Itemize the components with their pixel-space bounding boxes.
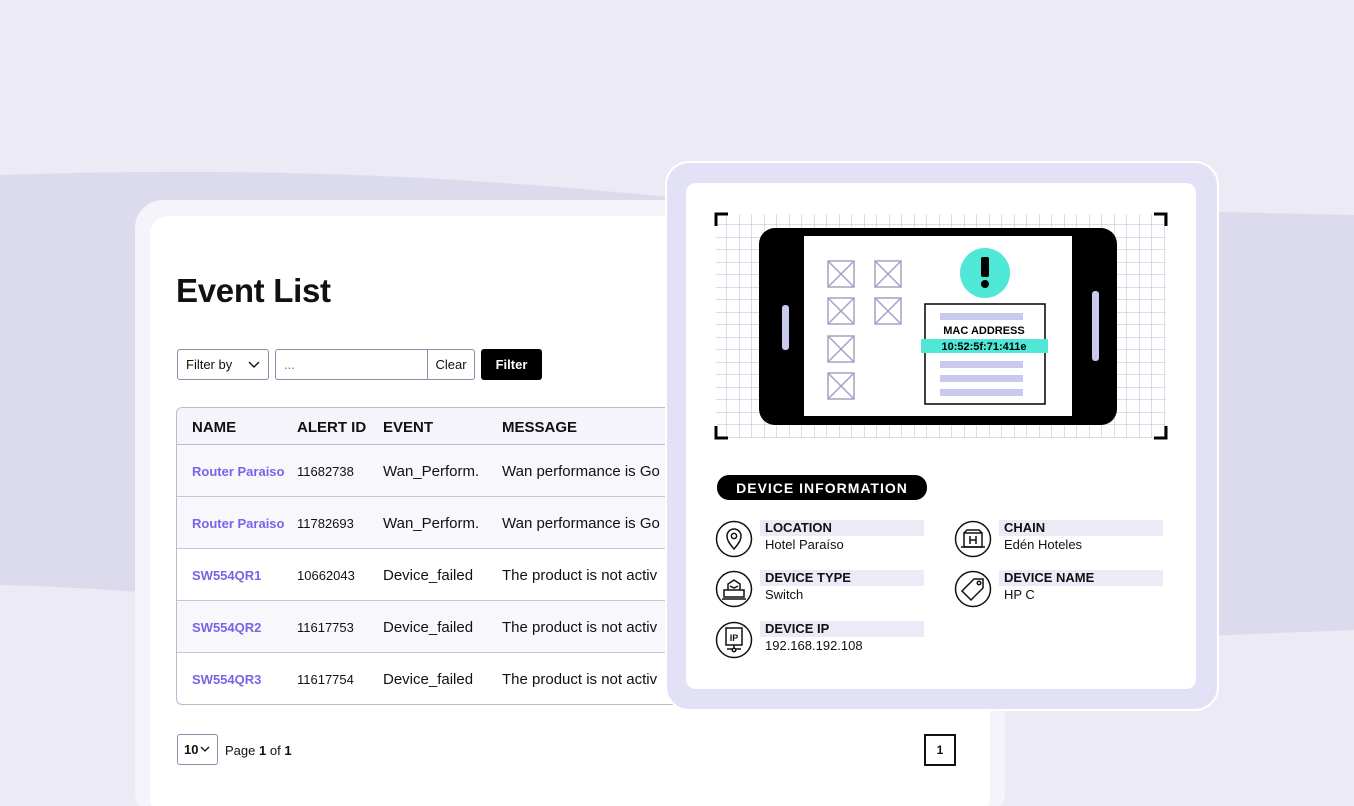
row-message: The product is not activ: [502, 671, 658, 688]
row-alert-id: 11617754: [297, 672, 354, 687]
info-value: Switch: [765, 587, 804, 602]
current-page: 1: [259, 743, 267, 758]
filter-button[interactable]: Filter: [481, 349, 542, 380]
info-label: DEVICE TYPE: [760, 570, 924, 586]
exclamation-icon: [960, 248, 1010, 298]
info-label: DEVICE IP: [760, 621, 924, 637]
page-size-select[interactable]: 10: [177, 734, 218, 765]
page-number-button[interactable]: 1: [924, 734, 956, 766]
filter-input[interactable]: [275, 349, 428, 380]
mac-address-label: MAC ADDRESS: [943, 325, 1025, 337]
row-alert-id: 10662043: [297, 568, 355, 583]
row-message: The product is not activ: [502, 567, 658, 584]
row-event: Device_failed: [383, 671, 474, 688]
row-name-link[interactable]: SW554QR1: [192, 568, 261, 583]
clear-button[interactable]: Clear: [427, 349, 475, 380]
device-illustration: MAC ADDRESS 10:52:5f:71:411e: [714, 212, 1168, 440]
hotel-building-icon: [954, 520, 992, 558]
row-name-link[interactable]: SW554QR2: [192, 620, 261, 635]
row-event: Device_failed: [383, 619, 474, 636]
table-row[interactable]: SW554QR2 11617753 Device_failed The prod…: [177, 601, 695, 653]
row-name-link[interactable]: SW554QR3: [192, 672, 261, 687]
column-header-alert-id[interactable]: ALERT ID: [297, 419, 366, 436]
filter-by-select[interactable]: Filter by: [177, 349, 269, 380]
mac-address-value: 10:52:5f:71:411e: [941, 341, 1026, 353]
info-device-ip: IP DEVICE IP 192.168.192.108: [715, 621, 925, 661]
table-row[interactable]: SW554QR3 11617754 Device_failed The prod…: [177, 653, 695, 704]
row-name-link[interactable]: Router Paraiso: [192, 464, 284, 479]
info-label: DEVICE NAME: [999, 570, 1163, 586]
switch-device-icon: [715, 570, 753, 608]
table-row[interactable]: Router Paraiso 11682738 Wan_Perform. Wan…: [177, 445, 695, 497]
row-message: Wan performance is Go: [502, 515, 660, 532]
row-event: Wan_Perform.: [383, 463, 480, 480]
info-device-name: DEVICE NAME HP C: [954, 570, 1164, 610]
location-pin-icon: [715, 520, 753, 558]
row-alert-id: 11782693: [297, 516, 354, 531]
info-label: LOCATION: [760, 520, 924, 536]
page-word: Page: [225, 743, 256, 758]
event-table: NAME ALERT ID EVENT MESSAGE Router Parai…: [176, 407, 696, 705]
info-value: HP C: [1004, 587, 1035, 602]
info-value: Edén Hoteles: [1004, 537, 1083, 552]
chevron-down-icon: [248, 361, 260, 368]
row-event: Device_failed: [383, 567, 474, 584]
info-value: 192.168.192.108: [765, 638, 863, 653]
column-header-message[interactable]: MESSAGE: [502, 419, 577, 436]
row-alert-id: 11682738: [297, 464, 354, 479]
device-info-title: DEVICE INFORMATION: [717, 475, 927, 500]
tag-icon: [954, 570, 992, 608]
filter-by-label: Filter by: [186, 357, 233, 372]
chevron-down-icon: [201, 746, 210, 752]
row-alert-id: 11617753: [297, 620, 354, 635]
info-label: CHAIN: [999, 520, 1163, 536]
ip-icon: IP: [715, 621, 753, 659]
info-location: LOCATION Hotel Paraíso: [715, 520, 925, 560]
column-header-event[interactable]: EVENT: [383, 419, 433, 436]
table-header: NAME ALERT ID EVENT MESSAGE: [177, 408, 695, 445]
svg-text:IP: IP: [730, 633, 739, 643]
page-title: Event List: [176, 272, 331, 309]
table-row[interactable]: Router Paraiso 11782693 Wan_Perform. Wan…: [177, 497, 695, 549]
row-event: Wan_Perform.: [383, 515, 480, 532]
info-device-type: DEVICE TYPE Switch: [715, 570, 925, 610]
info-chain: CHAIN Edén Hoteles: [954, 520, 1164, 560]
total-pages: 1: [284, 743, 292, 758]
info-value: Hotel Paraíso: [765, 537, 844, 552]
column-header-name[interactable]: NAME: [192, 419, 236, 436]
row-message: Wan performance is Go: [502, 463, 660, 480]
table-row[interactable]: SW554QR1 10662043 Device_failed The prod…: [177, 549, 695, 601]
page-size-value: 10: [184, 742, 199, 757]
row-name-link[interactable]: Router Paraiso: [192, 516, 284, 531]
page-info: Page 1 of 1: [225, 743, 292, 758]
row-message: The product is not activ: [502, 619, 658, 636]
of-word: of: [269, 743, 281, 758]
